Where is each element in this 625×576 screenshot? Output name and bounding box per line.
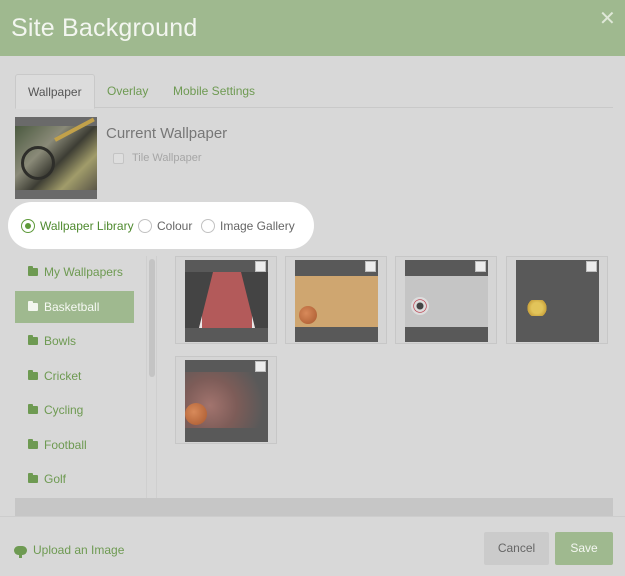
category-label: My Wallpapers — [44, 265, 123, 279]
category-football[interactable]: Football — [15, 429, 134, 461]
category-label: Cricket — [44, 369, 82, 383]
folder-icon — [28, 335, 38, 345]
wallpaper-image — [185, 360, 268, 442]
wallpaper-select-checkbox[interactable] — [255, 361, 266, 372]
wallpaper-tile[interactable] — [175, 256, 277, 344]
radio-image-gallery[interactable]: Image Gallery — [201, 219, 295, 233]
radio-label: Image Gallery — [220, 219, 295, 233]
folder-icon — [28, 473, 38, 483]
tab-wallpaper[interactable]: Wallpaper — [15, 74, 95, 109]
radio-label: Wallpaper Library — [40, 219, 134, 233]
radio-empty-icon[interactable] — [201, 219, 215, 233]
category-label: Football — [44, 438, 87, 452]
current-wallpaper-thumbnail — [15, 117, 97, 199]
wallpaper-tile[interactable] — [506, 256, 608, 344]
folder-icon — [28, 439, 38, 449]
radio-selected-icon[interactable] — [21, 219, 35, 233]
folder-icon — [28, 404, 38, 414]
current-wallpaper-title: Current Wallpaper — [106, 125, 228, 142]
category-label: Golf — [44, 472, 67, 486]
category-bowls[interactable]: Bowls — [15, 325, 134, 357]
category-label: Cycling — [44, 403, 84, 417]
wallpaper-image — [405, 260, 488, 342]
category-scrollbar-thumb[interactable] — [149, 259, 155, 377]
radio-wallpaper-library[interactable]: Wallpaper Library — [21, 219, 134, 233]
upload-label: Upload an Image — [33, 543, 125, 557]
tile-wallpaper-option[interactable]: Tile Wallpaper — [113, 152, 202, 164]
wallpaper-select-checkbox[interactable] — [475, 261, 486, 272]
radio-empty-icon[interactable] — [138, 219, 152, 233]
radio-colour[interactable]: Colour — [138, 219, 192, 233]
tab-mobile-settings[interactable]: Mobile Settings — [161, 74, 267, 108]
category-cricket[interactable]: Cricket — [15, 360, 134, 392]
category-basketball[interactable]: Basketball — [15, 291, 134, 323]
category-label: Bowls — [44, 334, 77, 348]
radio-label: Colour — [157, 219, 193, 233]
save-button[interactable]: Save — [555, 532, 613, 565]
category-label: Basketball — [44, 300, 100, 314]
wallpaper-select-checkbox[interactable] — [586, 261, 597, 272]
wallpaper-image — [516, 260, 599, 342]
category-my-wallpapers[interactable]: My Wallpapers — [15, 256, 134, 288]
wallpaper-image — [185, 260, 268, 342]
cancel-button[interactable]: Cancel — [484, 532, 549, 565]
folder-icon — [28, 266, 38, 276]
category-cycling[interactable]: Cycling — [15, 394, 134, 426]
tile-wallpaper-label: Tile Wallpaper — [132, 152, 202, 164]
horizontal-scrollbar[interactable] — [15, 498, 613, 516]
close-icon[interactable]: ✕ — [599, 9, 616, 29]
category-golf[interactable]: Golf — [15, 463, 134, 495]
wallpaper-tile[interactable] — [175, 356, 277, 444]
wallpaper-tile[interactable] — [285, 256, 387, 344]
wallpaper-tile[interactable] — [395, 256, 497, 344]
wallpaper-select-checkbox[interactable] — [365, 261, 376, 272]
folder-icon — [28, 301, 38, 311]
tab-bar: Wallpaper Overlay Mobile Settings — [15, 74, 613, 109]
dialog-title: Site Background — [11, 13, 198, 42]
tab-overlay[interactable]: Overlay — [95, 74, 160, 108]
cloud-upload-icon — [14, 545, 27, 558]
wallpaper-image — [295, 260, 378, 342]
tile-wallpaper-checkbox[interactable] — [113, 152, 124, 164]
cycling-image — [15, 117, 97, 190]
upload-image-link[interactable]: Upload an Image — [14, 543, 125, 558]
folder-icon — [28, 370, 38, 380]
wallpaper-select-checkbox[interactable] — [255, 261, 266, 272]
dialog-header: Site Background ✕ — [0, 0, 625, 56]
